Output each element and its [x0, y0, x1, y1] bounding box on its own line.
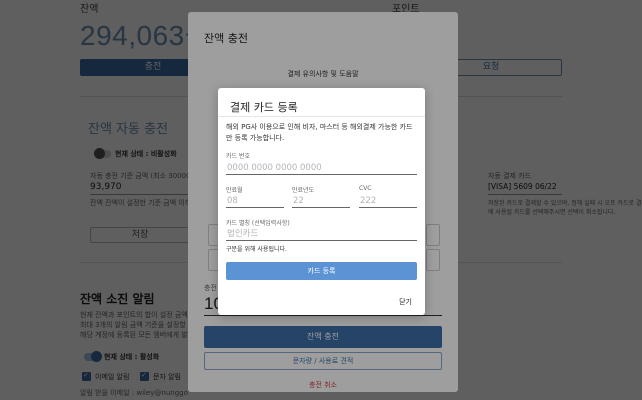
- cvc-input[interactable]: [359, 194, 417, 208]
- expiry-year-input[interactable]: [292, 194, 350, 208]
- divider: [218, 116, 425, 117]
- close-button[interactable]: 닫기: [399, 297, 412, 307]
- card-dialog-title: 결제 카드 등록: [230, 101, 298, 114]
- card-register-button[interactable]: 카드 등록: [226, 262, 417, 280]
- card-number-label: 카드 번호: [226, 153, 250, 160]
- card-alias-label: 카드 별칭 (선택입력사항): [226, 220, 290, 227]
- expiry-month-label: 만료월: [226, 187, 243, 194]
- card-alias-hint: 구분을 위해 사용됩니다.: [226, 246, 287, 253]
- card-alias-input[interactable]: [226, 227, 417, 241]
- expiry-month-input[interactable]: [226, 194, 284, 208]
- cvc-label: CVC: [359, 185, 372, 192]
- card-register-dialog: 결제 카드 등록 해외 PG사 이용으로 인해 비자, 마스터 등 해외결제 가…: [218, 88, 425, 315]
- card-dialog-description: 해외 PG사 이용으로 인해 비자, 마스터 등 해외결제 가능한 카드만 등록…: [226, 123, 413, 142]
- expiry-year-label: 만료년도: [292, 187, 315, 194]
- card-number-input[interactable]: [226, 161, 417, 175]
